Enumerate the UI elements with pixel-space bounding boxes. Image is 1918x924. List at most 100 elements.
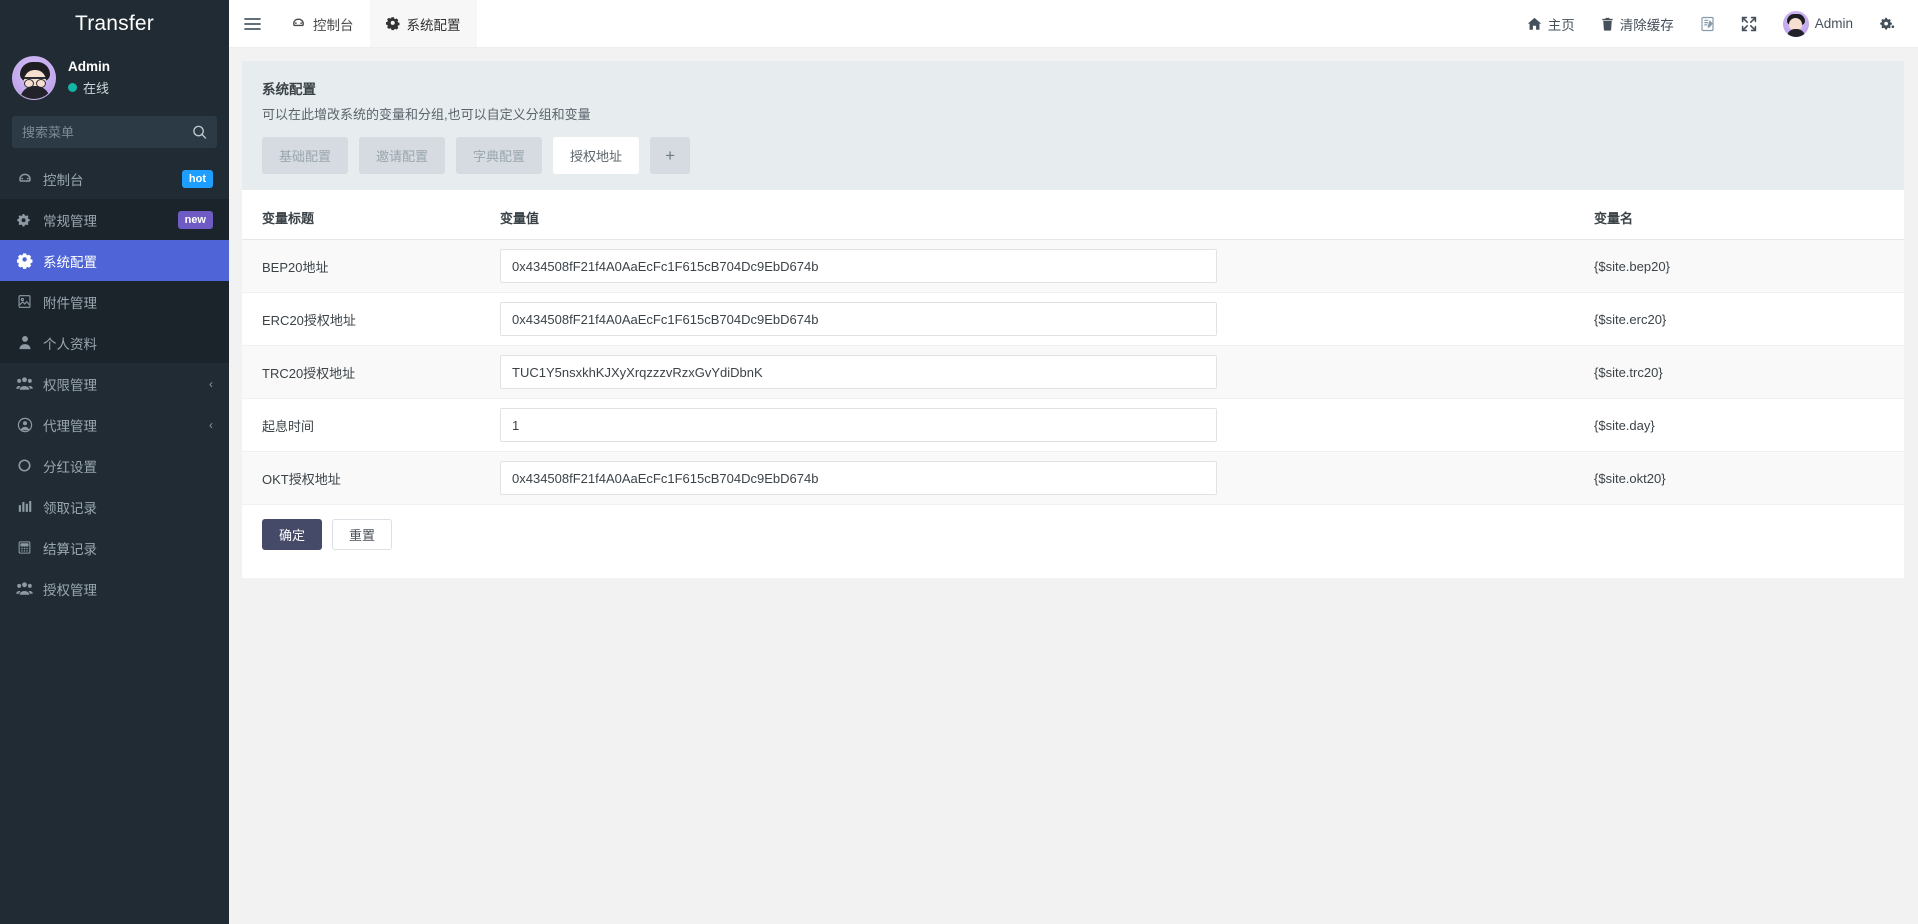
profile-status-label: 在线 xyxy=(83,81,110,96)
user-menu[interactable]: Admin xyxy=(1770,0,1866,48)
theme-icon xyxy=(1700,16,1715,32)
home-icon xyxy=(1527,17,1542,31)
avatar-icon xyxy=(1782,10,1809,37)
tab-invite-config[interactable]: 邀请配置 xyxy=(359,137,446,174)
image-file-icon xyxy=(16,294,33,309)
column-header-value: 变量值 xyxy=(490,190,1584,240)
panel-header: 系统配置 可以在此增改系统的变量和分组,也可以自定义分组和变量 基础配置 邀请配… xyxy=(242,61,1904,190)
search-icon[interactable] xyxy=(192,125,207,140)
reset-button[interactable]: 重置 xyxy=(332,519,393,550)
row-value-cell xyxy=(490,451,1584,505)
dashboard-icon xyxy=(16,171,33,187)
calculator-icon xyxy=(16,540,33,555)
topbar-tab-dashboard[interactable]: 控制台 xyxy=(275,0,370,47)
row-value-cell xyxy=(490,292,1584,346)
topbar-right: 主页 清除缓存 Admin xyxy=(1514,0,1918,47)
row-varname: {$site.bep20} xyxy=(1584,239,1904,293)
sidebar-item-profile[interactable]: 个人资料 xyxy=(0,322,229,363)
sidebar-item-permissions[interactable]: 权限管理 ‹ xyxy=(0,363,229,404)
row-title: OKT授权地址 xyxy=(242,451,490,505)
table-head: 变量标题 变量值 变量名 xyxy=(242,190,1904,240)
sidebar-item-label: 权限管理 xyxy=(43,377,97,393)
sidebar-item-label: 结算记录 xyxy=(43,541,97,557)
dashboard-icon xyxy=(291,16,306,31)
sidebar-item-label: 附件管理 xyxy=(43,295,97,311)
online-dot-icon xyxy=(68,83,77,92)
profile-name: Admin xyxy=(68,59,110,74)
chevron-left-icon: ‹ xyxy=(209,417,213,432)
sidebar-item-dividend-settings[interactable]: 分红设置 xyxy=(0,445,229,486)
user-circle-icon xyxy=(16,417,33,433)
sidebar-item-label: 分红设置 xyxy=(43,459,97,475)
varname-label: {$site.erc20} xyxy=(1594,311,1667,327)
column-header-title: 变量标题 xyxy=(242,190,490,240)
input-site-erc20[interactable] xyxy=(500,302,1217,336)
row-title: TRC20授权地址 xyxy=(242,345,490,399)
sidebar-item-system-config[interactable]: 系统配置 xyxy=(0,240,229,281)
table-body: BEP20地址 {$site.bep20} ERC20授权地址 xyxy=(242,239,1904,505)
tab-dictionary-config[interactable]: 字典配置 xyxy=(456,137,543,174)
varname-label: {$site.trc20} xyxy=(1594,364,1663,380)
topbar-left: 控制台 系统配置 xyxy=(229,0,477,47)
row-title: ERC20授权地址 xyxy=(242,292,490,346)
sidebar-profile[interactable]: Admin 在线 xyxy=(0,48,229,110)
settings-button[interactable] xyxy=(1866,0,1908,48)
user-icon xyxy=(16,335,33,350)
input-site-trc20[interactable] xyxy=(500,355,1217,389)
sidebar-item-attachments[interactable]: 附件管理 xyxy=(0,281,229,322)
input-site-okt20[interactable] xyxy=(500,461,1217,495)
sidebar-item-label: 领取记录 xyxy=(43,500,97,516)
sidebar-item-general-management[interactable]: 常规管理 new xyxy=(0,199,229,240)
column-header-varname: 变量名 xyxy=(1584,190,1904,240)
add-tab-button[interactable]: + xyxy=(650,137,691,174)
sidebar-item-label: 授权管理 xyxy=(43,582,97,598)
sidebar-item-label: 系统配置 xyxy=(43,254,97,270)
sidebar-search-wrap xyxy=(0,110,229,158)
table-row: 起息时间 {$site.day} xyxy=(242,398,1904,452)
row-varname: {$site.okt20} xyxy=(1584,451,1904,505)
content-scroll: 系统配置 可以在此增改系统的变量和分组,也可以自定义分组和变量 基础配置 邀请配… xyxy=(229,48,1918,924)
submit-button[interactable]: 确定 xyxy=(262,519,323,550)
row-title: BEP20地址 xyxy=(242,239,490,293)
clear-cache-button[interactable]: 清除缓存 xyxy=(1588,0,1687,48)
input-site-day[interactable] xyxy=(500,408,1217,442)
tab-basic-config[interactable]: 基础配置 xyxy=(262,137,349,174)
badge-hot: hot xyxy=(181,169,213,188)
tab-authorization-address[interactable]: 授权地址 xyxy=(553,137,640,174)
trash-icon xyxy=(1601,17,1614,31)
topbar: 控制台 系统配置 主页 清除缓存 Admin xyxy=(229,0,1918,48)
sidebar-item-label: 个人资料 xyxy=(43,336,97,352)
sidebar-item-dashboard[interactable]: 控制台 hot xyxy=(0,158,229,199)
search-box[interactable] xyxy=(12,116,228,148)
fullscreen-button[interactable] xyxy=(1728,0,1770,48)
panel-body: 变量标题 变量值 变量名 BEP20地址 {$site xyxy=(242,190,1904,578)
sidebar-item-claim-records[interactable]: 领取记录 xyxy=(0,486,229,527)
sidebar-item-agent-management[interactable]: 代理管理 ‹ xyxy=(0,404,229,445)
sidebar-item-settlement-records[interactable]: 结算记录 xyxy=(0,527,229,568)
varname-label: {$site.okt20} xyxy=(1594,470,1666,486)
home-label: 主页 xyxy=(1547,17,1575,33)
topbar-tab-system-config[interactable]: 系统配置 xyxy=(369,0,477,47)
topbar-tab-label: 控制台 xyxy=(313,17,354,33)
user-menu-label: Admin xyxy=(1814,16,1853,31)
row-value-cell xyxy=(490,398,1584,452)
chart-icon xyxy=(16,499,33,514)
varname-label: {$site.bep20} xyxy=(1594,258,1670,274)
clear-cache-label: 清除缓存 xyxy=(1619,17,1674,33)
sidebar-item-authorization-management[interactable]: 授权管理 xyxy=(0,568,229,609)
theme-button[interactable] xyxy=(1687,0,1728,48)
home-button[interactable]: 主页 xyxy=(1514,0,1588,48)
row-varname: {$site.trc20} xyxy=(1584,345,1904,399)
row-varname: {$site.day} xyxy=(1584,398,1904,452)
topbar-tab-label: 系统配置 xyxy=(406,17,461,33)
hamburger-icon[interactable] xyxy=(229,0,275,47)
profile-status: 在线 xyxy=(68,78,110,97)
config-tabs: 基础配置 邀请配置 字典配置 授权地址 + xyxy=(262,137,1884,174)
row-title: 起息时间 xyxy=(242,398,490,452)
page-subtitle: 可以在此增改系统的变量和分组,也可以自定义分组和变量 xyxy=(262,107,591,122)
main-area: 控制台 系统配置 主页 清除缓存 Admin 系统配置 可以在此增改系统的变量和… xyxy=(229,0,1918,924)
sidebar-menu: 控制台 hot 常规管理 new 系统配置 附件管理 个人资料 权限管理 ‹ 代… xyxy=(0,158,229,924)
varname-label: {$site.day} xyxy=(1594,417,1655,433)
input-site-bep20[interactable] xyxy=(500,249,1217,283)
circle-icon xyxy=(16,458,33,473)
